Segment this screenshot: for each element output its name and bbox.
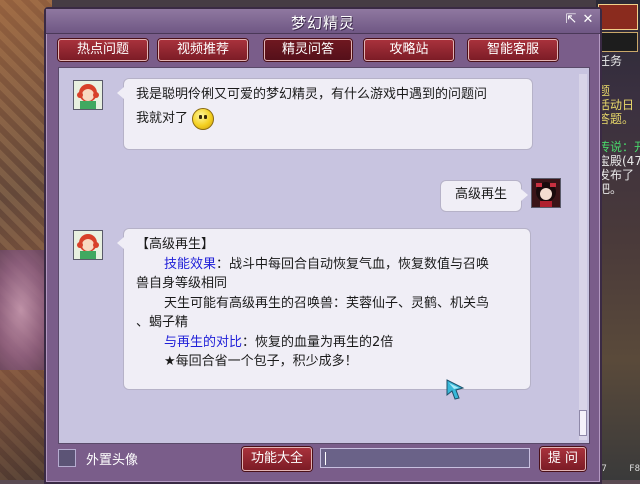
side-text: 吧。 bbox=[598, 182, 623, 196]
sprite-answer-bubble: 【高级再生】 技能效果：战斗中每回合自动恢复气血，恢复数值与召唤 兽自身等级相同… bbox=[117, 228, 531, 390]
text-caret bbox=[325, 452, 326, 465]
hud-portrait[interactable] bbox=[598, 4, 638, 30]
question-input[interactable] bbox=[320, 448, 530, 468]
resize-icon[interactable]: ⇱ bbox=[564, 13, 578, 27]
answer-text: ：恢复的血量为再生的2倍 bbox=[242, 334, 394, 350]
external-avatar-checkbox[interactable] bbox=[58, 449, 76, 467]
skill-effect-link[interactable]: 技能效果 bbox=[164, 257, 216, 272]
chat-scrollbar[interactable] bbox=[579, 74, 587, 440]
window-title: 梦幻精灵 bbox=[290, 14, 355, 32]
side-text: 题 bbox=[598, 84, 611, 98]
answer-text: 天生可能有高级再生的召唤兽：芙蓉仙子、灵鹤、机关鸟 bbox=[164, 295, 490, 311]
sprite-window: 梦幻精灵 ⇱ ✕ 热点问题 视频推荐 精灵问答 攻略站 智能客服 我是聪明伶俐又… bbox=[44, 7, 602, 484]
smiley-face-icon bbox=[192, 107, 215, 130]
chat-area[interactable]: 我是聪明伶俐又可爱的梦幻精灵，有什么游戏中遇到的问题问 我就对了 高级再生 【高… bbox=[58, 67, 590, 444]
functions-button[interactable]: 功能大全 bbox=[242, 447, 312, 471]
game-scene-right: 任务 题 活动日 答题。 传说：开 宝殿(47 发布了 吧。 F7 F8 bbox=[596, 0, 640, 480]
f8-key[interactable]: F8 bbox=[629, 464, 640, 478]
sprite-avatar bbox=[73, 80, 103, 110]
side-text: 答题。 bbox=[598, 112, 635, 126]
answer-heading: 【高级再生】 bbox=[136, 237, 215, 252]
tab-bar: 热点问题 视频推荐 精灵问答 攻略站 智能客服 bbox=[58, 39, 590, 61]
title-bar[interactable]: 梦幻精灵 ⇱ ✕ bbox=[46, 9, 600, 34]
message-text: 我是聪明伶俐又可爱的梦幻精灵，有什么游戏中遇到的问题问 bbox=[136, 87, 488, 102]
tab-sprite-qa[interactable]: 精灵问答 bbox=[264, 39, 352, 61]
function-keys: F7 F8 bbox=[596, 464, 640, 478]
scrollbar-thumb[interactable] bbox=[579, 410, 587, 436]
player-avatar bbox=[531, 178, 561, 208]
ask-button[interactable]: 提 问 bbox=[540, 447, 586, 471]
side-text: 任务 bbox=[598, 54, 623, 68]
player-message-bubble: 高级再生 bbox=[440, 180, 528, 212]
bottom-bar: 外置头像 功能大全 提 问 bbox=[58, 447, 590, 473]
tab-strategy-site[interactable]: 攻略站 bbox=[364, 39, 454, 61]
message-text: 我就对了 bbox=[136, 111, 189, 126]
mouse-cursor-icon bbox=[446, 379, 465, 400]
side-text: 发布了 bbox=[598, 168, 635, 182]
tab-hot-questions[interactable]: 热点问题 bbox=[58, 39, 148, 61]
side-text: 宝殿(47 bbox=[598, 154, 640, 168]
tab-video-recommend[interactable]: 视频推荐 bbox=[158, 39, 248, 61]
side-text: 活动日 bbox=[598, 98, 635, 112]
side-text: 传说：开 bbox=[598, 140, 640, 154]
tab-smart-service[interactable]: 智能客服 bbox=[468, 39, 558, 61]
answer-text: 兽自身等级相同 bbox=[136, 276, 228, 291]
hud-bar bbox=[598, 32, 638, 52]
compare-link[interactable]: 与再生的对比 bbox=[164, 335, 242, 350]
answer-text: ★每回合省一个包子，积少成多！ bbox=[164, 354, 358, 369]
external-avatar-label: 外置头像 bbox=[86, 453, 139, 468]
sprite-message-bubble: 我是聪明伶俐又可爱的梦幻精灵，有什么游戏中遇到的问题问 我就对了 bbox=[117, 78, 533, 150]
answer-text: ：战斗中每回合自动恢复气血，恢复数值与召唤 bbox=[216, 256, 490, 272]
sprite-avatar bbox=[73, 230, 103, 260]
close-icon[interactable]: ✕ bbox=[581, 13, 595, 27]
answer-text: 、蝎子精 bbox=[136, 315, 189, 330]
